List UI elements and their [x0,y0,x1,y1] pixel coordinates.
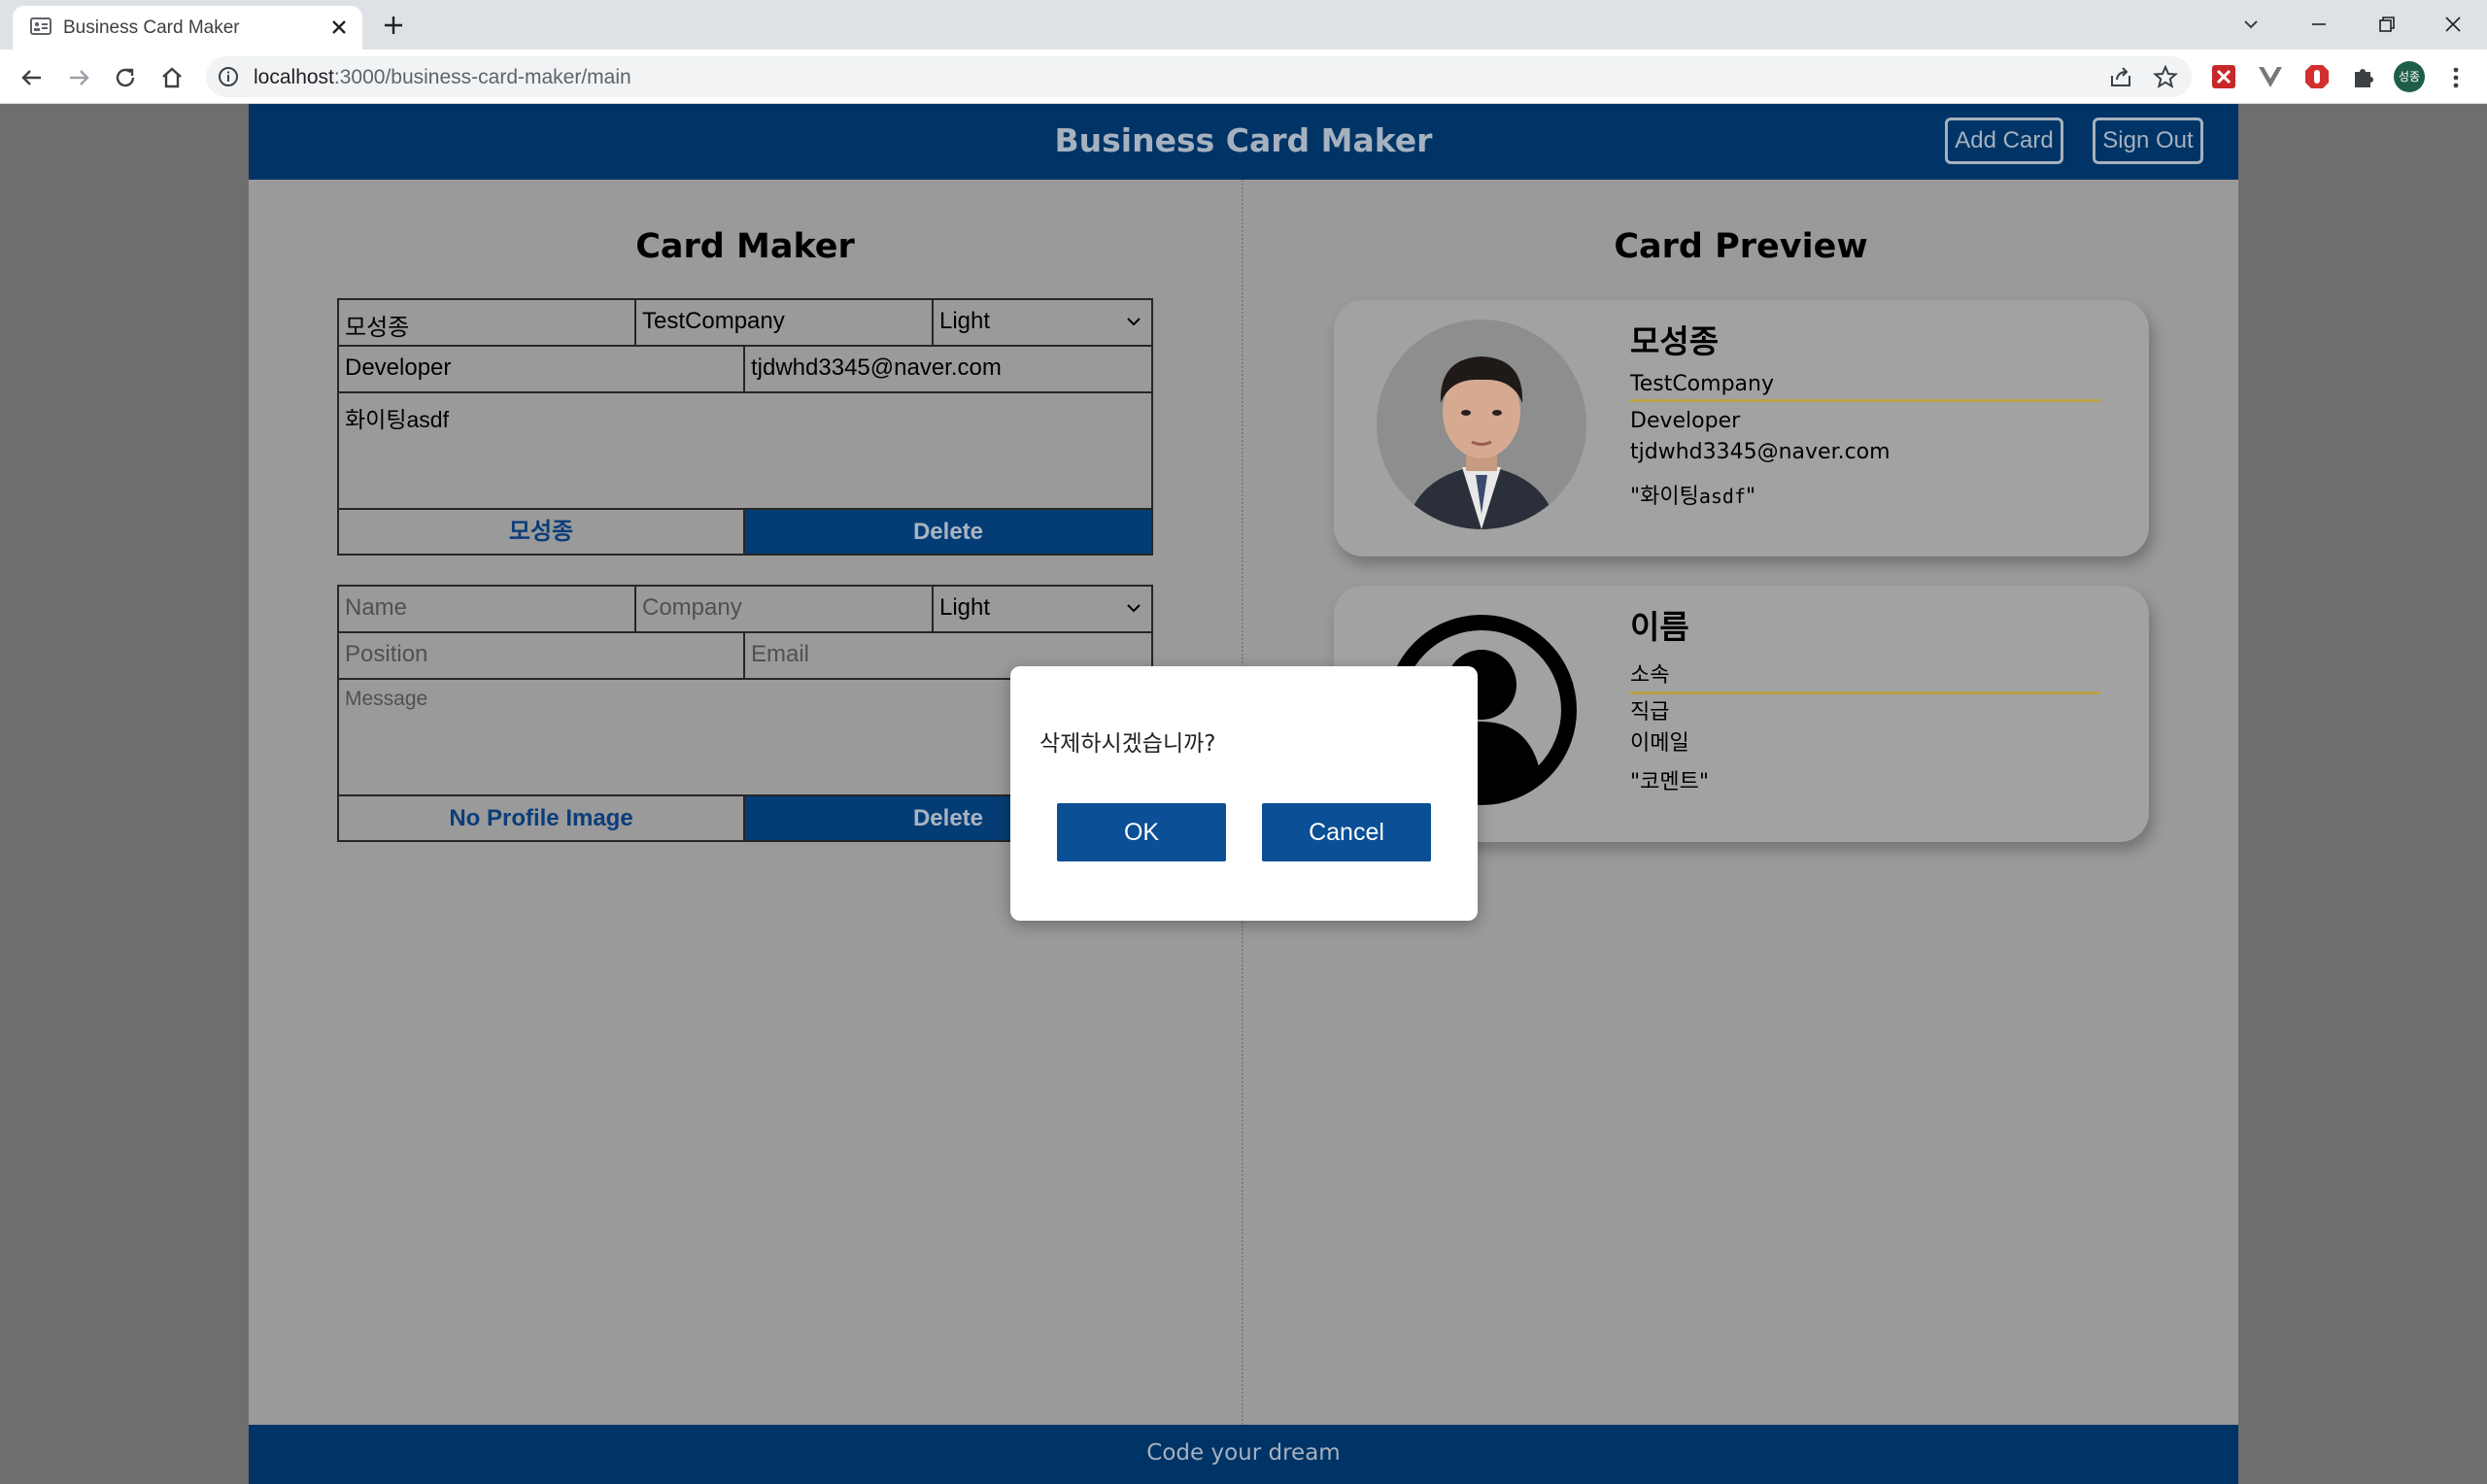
card-company: 소속 [1630,658,2100,694]
company-input[interactable]: Company [636,587,934,633]
card-maker-title: Card Maker [635,227,855,266]
restore-icon[interactable] [2370,8,2403,41]
info-icon[interactable] [218,66,239,87]
browser-toolbar: localhost:3000/business-card-maker/main … [0,50,2487,104]
image-upload-button[interactable]: No Profile Image [339,796,745,840]
position-input[interactable]: Position [339,633,745,680]
close-window-icon[interactable] [2436,8,2470,41]
add-card-button[interactable]: Add Card [1945,118,2063,164]
new-tab-icon[interactable] [379,11,408,40]
person-photo-icon [1377,320,1586,529]
back-arrow-icon[interactable] [16,61,49,94]
extensions-puzzle-icon[interactable] [2349,62,2378,91]
preview-card: 모성종 TestCompany Developer tjdwhd3345@nav… [1334,300,2149,556]
close-tab-icon[interactable] [325,14,353,41]
card-position: 직급 [1630,700,1670,725]
card-email: 이메일 [1630,731,1689,756]
minimize-icon[interactable] [2302,8,2335,41]
chevron-down-icon [1127,318,1141,326]
card-message: "코멘트" [1630,770,1709,794]
card-name: 모성종 [1630,322,1720,360]
card-name: 이름 [1630,608,1689,646]
extension-red-icon[interactable] [2209,62,2238,91]
share-icon[interactable] [2108,64,2133,89]
card-edit-form: 모성종 TestCompany Light Developer tjdwhd33… [337,298,1153,556]
tab-search-chevron-icon[interactable] [2234,8,2267,41]
name-input[interactable]: 모성종 [339,300,636,347]
email-input[interactable]: tjdwhd3345@naver.com [745,347,1151,393]
message-textarea[interactable]: 화이팅asdf [339,393,1151,510]
position-input[interactable]: Developer [339,347,745,393]
theme-select-value: Light [939,594,991,621]
image-upload-button[interactable]: 모성종 [339,510,745,554]
card-company: TestCompany [1630,372,2100,402]
card-email: tjdwhd3345@naver.com [1630,440,1891,464]
url-text: localhost:3000/business-card-maker/main [254,66,631,88]
address-bar[interactable]: localhost:3000/business-card-maker/main [206,56,2192,97]
tab-title: Business Card Maker [63,17,240,38]
theme-select[interactable]: Light [934,587,1151,633]
name-input[interactable]: Name [339,587,636,633]
cancel-button[interactable]: Cancel [1262,803,1431,861]
theme-select[interactable]: Light [934,300,1151,347]
ok-button[interactable]: OK [1057,803,1226,861]
company-input[interactable]: TestCompany [636,300,934,347]
delete-button[interactable]: Delete [745,510,1151,554]
menu-kebab-icon[interactable] [2442,61,2470,94]
profile-photo [1377,320,1586,529]
sign-out-button[interactable]: Sign Out [2093,118,2203,164]
card-position: Developer [1630,409,1741,433]
browser-tab[interactable]: Business Card Maker [13,6,362,50]
card-favicon-icon [30,17,51,35]
home-icon[interactable] [155,61,188,94]
reload-icon[interactable] [109,61,142,94]
chevron-down-icon [1127,604,1141,613]
extension-adblock-icon[interactable] [2302,62,2332,91]
dialog-message: 삭제하시겠습니까? [1039,731,1216,757]
theme-select-value: Light [939,308,991,334]
profile-avatar[interactable]: 성종 [2394,61,2425,92]
app-footer: Code your dream [249,1425,2238,1484]
bookmark-star-icon[interactable] [2153,64,2178,89]
browser-tabstrip: Business Card Maker [0,0,2487,50]
extension-vue-icon[interactable] [2256,62,2285,91]
card-message: "화이팅asdf" [1630,485,1756,509]
card-preview-title: Card Preview [1614,227,1868,266]
confirm-dialog: 삭제하시겠습니까? OK Cancel [1010,666,1478,921]
app-header: Business Card Maker Add Card Sign Out [249,104,2238,180]
forward-arrow-icon[interactable] [62,61,95,94]
app-title: Business Card Maker [1054,121,1433,159]
